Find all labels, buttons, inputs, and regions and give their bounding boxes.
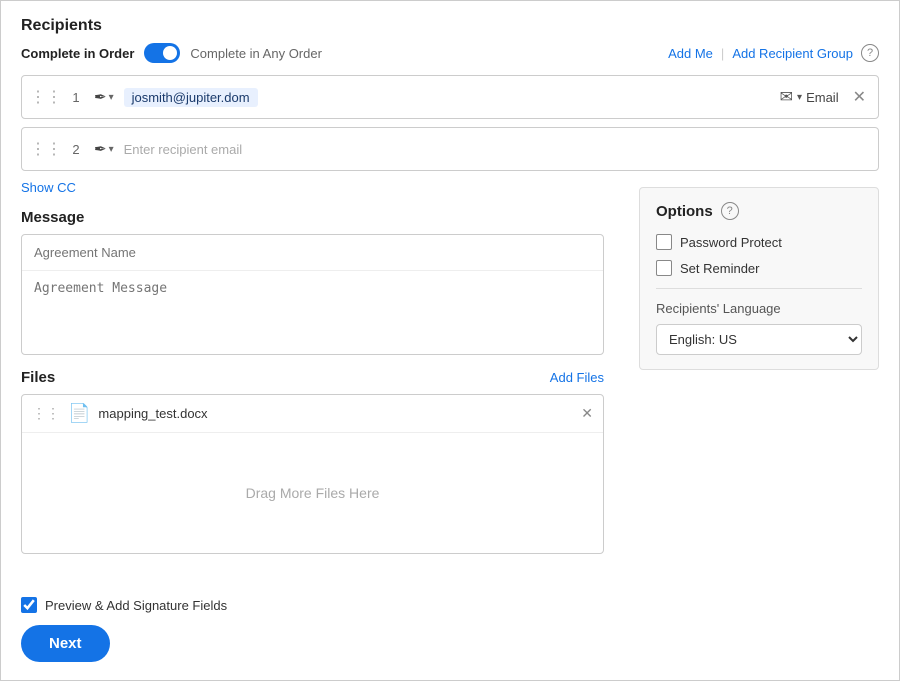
recipients-language-label: Recipients' Language (656, 301, 862, 316)
file-item-1: ⋮⋮ 📄 mapping_test.docx ✕ (22, 395, 603, 433)
complete-order-label: Complete in Order (21, 46, 134, 61)
email-type-chevron-1[interactable]: ▾ (797, 92, 802, 103)
remove-recipient-1-button[interactable]: ✕ (849, 87, 870, 107)
add-me-link[interactable]: Add Me (668, 46, 713, 61)
divider-pipe: | (721, 46, 724, 61)
password-protect-option: Password Protect (656, 234, 862, 250)
add-recipient-group-link[interactable]: Add Recipient Group (732, 46, 853, 61)
complete-order-left: Complete in Order Complete in Any Order (21, 43, 322, 63)
drag-drop-area[interactable]: Drag More Files Here (22, 433, 603, 553)
set-reminder-checkbox[interactable] (656, 260, 672, 276)
language-select[interactable]: English: US English: UK French German Sp… (656, 324, 862, 355)
recipient-row-2: ⋮⋮ 2 ✒ ▾ (21, 127, 879, 171)
next-button[interactable]: Next (21, 625, 110, 662)
row-number-1: 1 (66, 90, 86, 105)
agreement-name-input[interactable] (22, 235, 603, 271)
role-selector-1[interactable]: ✒ ▾ (94, 88, 114, 106)
email-type-label-1: Email (806, 90, 839, 105)
file-drag-handle[interactable]: ⋮⋮ (32, 405, 60, 422)
options-panel: Options ? Password Protect Set Reminder … (639, 187, 879, 370)
pen-icon-2: ✒ (94, 140, 107, 158)
role-chevron-2: ▾ (109, 144, 114, 155)
complete-order-right: Add Me | Add Recipient Group ? (668, 44, 879, 62)
file-doc-icon: 📄 (68, 403, 90, 424)
file-name-1: mapping_test.docx (98, 406, 573, 421)
complete-order-toggle[interactable] (144, 43, 180, 63)
show-cc-link[interactable]: Show CC (21, 180, 76, 195)
recipient-row-1: ⋮⋮ 1 ✒ ▾ josmith@jupiter.dom ✉ ▾ Email ✕ (21, 75, 879, 119)
bottom-row: Preview & Add Signature Fields Next (21, 597, 227, 662)
files-header: Files Add Files (21, 369, 604, 386)
remove-file-1-button[interactable]: ✕ (581, 405, 593, 422)
preview-checkbox[interactable] (21, 597, 37, 613)
recipient-email-input-2[interactable] (124, 142, 870, 157)
add-files-link[interactable]: Add Files (550, 370, 604, 385)
preview-checkbox-row: Preview & Add Signature Fields (21, 597, 227, 613)
set-reminder-label: Set Reminder (680, 261, 759, 276)
main-container: Recipients Complete in Order Complete in… (0, 0, 900, 681)
drag-handle-1[interactable]: ⋮⋮ (30, 87, 62, 107)
password-protect-label: Password Protect (680, 235, 782, 250)
options-help-icon[interactable]: ? (721, 202, 739, 220)
email-badge-1: josmith@jupiter.dom (124, 88, 258, 107)
role-selector-2[interactable]: ✒ ▾ (94, 140, 114, 158)
options-divider (656, 288, 862, 289)
row-number-2: 2 (66, 142, 86, 157)
drag-drop-label: Drag More Files Here (246, 485, 380, 501)
email-type-section-1: ✉ ▾ Email (780, 87, 839, 107)
files-area: ⋮⋮ 📄 mapping_test.docx ✕ Drag More Files… (21, 394, 604, 554)
agreement-message-textarea[interactable] (22, 271, 603, 351)
role-chevron-1: ▾ (109, 92, 114, 103)
recipients-section-title: Recipients (21, 17, 879, 35)
pen-icon-1: ✒ (94, 88, 107, 106)
recipients-help-icon[interactable]: ? (861, 44, 879, 62)
preview-label: Preview & Add Signature Fields (45, 598, 227, 613)
options-title: Options (656, 203, 713, 220)
options-header: Options ? (656, 202, 862, 220)
files-section-title: Files (21, 369, 55, 386)
drag-handle-2[interactable]: ⋮⋮ (30, 139, 62, 159)
set-reminder-option: Set Reminder (656, 260, 862, 276)
message-area (21, 234, 604, 355)
complete-any-label: Complete in Any Order (190, 46, 322, 61)
password-protect-checkbox[interactable] (656, 234, 672, 250)
envelope-icon-1: ✉ (780, 87, 793, 107)
complete-order-row: Complete in Order Complete in Any Order … (21, 43, 879, 63)
